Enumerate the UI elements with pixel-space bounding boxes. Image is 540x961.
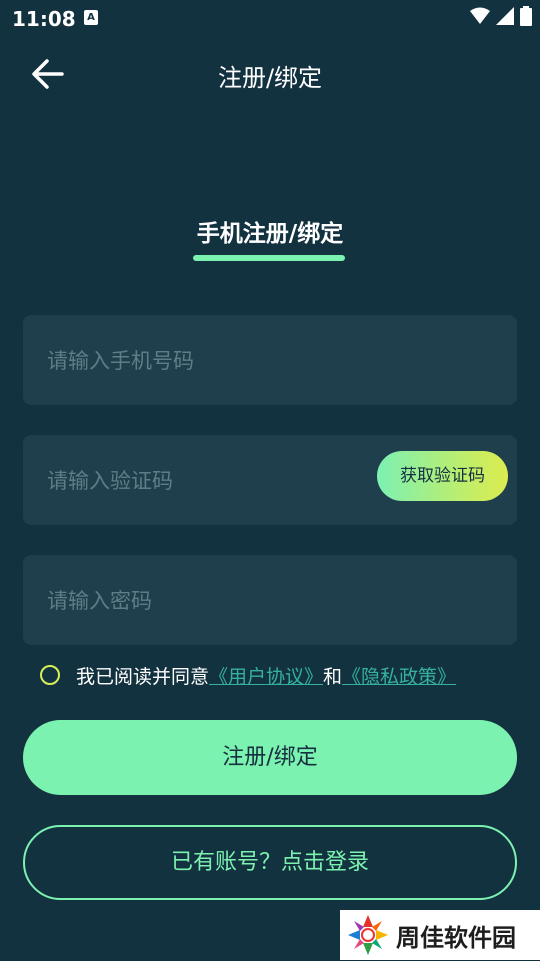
header: 注册/绑定 xyxy=(0,40,540,110)
signal-icon xyxy=(496,7,514,25)
code-input[interactable] xyxy=(45,435,369,527)
register-button[interactable]: 注册/绑定 xyxy=(23,720,517,795)
phone-field xyxy=(23,315,517,407)
agreement-and: 和 xyxy=(323,665,343,688)
wifi-icon xyxy=(470,7,490,24)
tab-phone-register[interactable]: 手机注册/绑定 xyxy=(0,214,540,248)
user-agreement-link[interactable]: 《用户协议》 xyxy=(209,662,323,689)
password-input[interactable] xyxy=(45,555,369,647)
password-field xyxy=(23,555,517,647)
tab-label: 手机注册/绑定 xyxy=(196,221,344,247)
battery-icon xyxy=(520,6,532,26)
get-code-button[interactable]: 获取验证码 xyxy=(377,451,508,501)
watermark: 周佳软件园 xyxy=(340,910,540,960)
code-field: 获取验证码 xyxy=(23,435,517,527)
watermark-text: 周佳软件园 xyxy=(396,923,516,952)
privacy-policy-link[interactable]: 《隐私政策》 xyxy=(342,662,456,689)
tab-indicator xyxy=(193,255,345,261)
agree-checkbox[interactable] xyxy=(40,665,60,685)
login-button[interactable]: 已有账号？点击登录 xyxy=(23,825,517,900)
page-title: 注册/绑定 xyxy=(217,64,323,92)
agreement-row: 我已阅读并同意 《用户协议》 和 《隐私政策》 xyxy=(40,660,456,690)
watermark-logo-icon xyxy=(346,913,390,957)
status-icons xyxy=(470,6,532,26)
phone-input[interactable] xyxy=(45,315,369,407)
status-bar: 11:08 A xyxy=(0,0,540,36)
status-time: 11:08 xyxy=(12,7,76,31)
notification-icon: A xyxy=(84,10,98,25)
agreement-prefix: 我已阅读并同意 xyxy=(76,665,210,688)
